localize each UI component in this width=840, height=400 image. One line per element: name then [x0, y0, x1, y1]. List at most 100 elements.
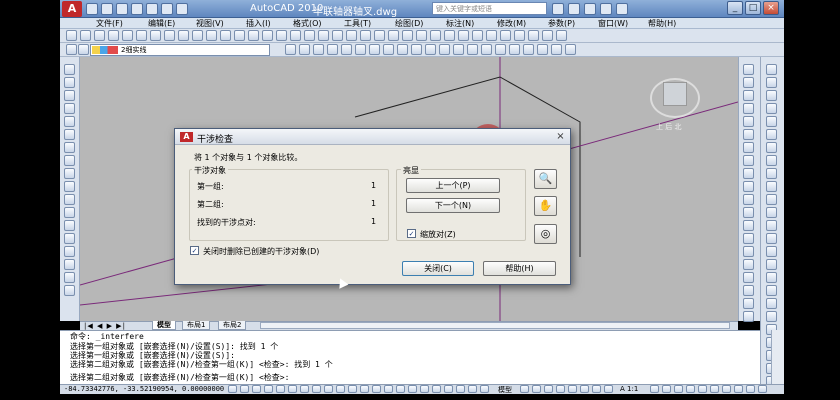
status-toggle-icon[interactable] — [288, 385, 297, 393]
menu-view[interactable]: 视图(V) — [196, 18, 224, 29]
draw-tool-icon[interactable] — [64, 285, 75, 296]
modify-tool-icon[interactable] — [766, 272, 777, 283]
modify-tool-icon[interactable] — [766, 103, 777, 114]
menu-edit[interactable]: 编辑(E) — [148, 18, 175, 29]
status-toggle-icon[interactable] — [264, 385, 273, 393]
undo-icon[interactable] — [146, 3, 158, 15]
modify-tool-icon[interactable] — [766, 181, 777, 192]
model-space-button[interactable]: 模型 — [498, 385, 512, 395]
toolbar-tool-icon[interactable] — [94, 30, 105, 41]
tab-model[interactable]: 模型 — [152, 321, 176, 330]
modify-tool-icon[interactable] — [766, 259, 777, 270]
save-icon[interactable] — [116, 3, 128, 15]
search-input[interactable]: 键入关键字或短语 — [432, 2, 547, 15]
autocad-logo-icon[interactable]: A — [62, 1, 82, 17]
modify-tool-icon[interactable] — [743, 77, 754, 88]
status-toggle-icon[interactable] — [372, 385, 381, 393]
open-file-icon[interactable] — [101, 3, 113, 15]
close-window-button[interactable]: × — [763, 1, 779, 15]
communication-icon[interactable] — [584, 3, 596, 15]
dialog-title-bar[interactable] — [175, 129, 570, 145]
toolbar-tool-icon[interactable] — [537, 44, 548, 55]
status-toggle-icon[interactable] — [456, 385, 465, 393]
toolbar-tool-icon[interactable] — [388, 30, 399, 41]
modify-tool-icon[interactable] — [743, 259, 754, 270]
redo-icon[interactable] — [161, 3, 173, 15]
status-toggle-icon[interactable] — [228, 385, 237, 393]
toolbar-tool-icon[interactable] — [486, 30, 497, 41]
status-toggle-icon[interactable] — [746, 385, 755, 393]
status-toggle-icon[interactable] — [396, 385, 405, 393]
draw-tool-icon[interactable] — [64, 129, 75, 140]
tab-layout1[interactable]: 布局1 — [182, 321, 211, 330]
modify-tool-icon[interactable] — [743, 233, 754, 244]
toolbar-tool-icon[interactable] — [150, 30, 161, 41]
toolbar-tool-icon[interactable] — [234, 30, 245, 41]
status-toggle-icon[interactable] — [468, 385, 477, 393]
toolbar-tool-icon[interactable] — [472, 30, 483, 41]
modify-tool-icon[interactable] — [743, 90, 754, 101]
annotation-scale[interactable]: A 1:1 — [620, 385, 638, 393]
toolbar-tool-icon[interactable] — [78, 44, 89, 55]
status-toggle-icon[interactable] — [734, 385, 743, 393]
status-toggle-icon[interactable] — [360, 385, 369, 393]
modify-tool-icon[interactable] — [766, 64, 777, 75]
modify-tool-icon[interactable] — [743, 298, 754, 309]
draw-tool-icon[interactable] — [64, 64, 75, 75]
toolbar-tool-icon[interactable] — [383, 44, 394, 55]
toolbar-tool-icon[interactable] — [397, 44, 408, 55]
modify-tool-icon[interactable] — [743, 181, 754, 192]
menu-window[interactable]: 窗口(W) — [598, 18, 628, 29]
toolbar-tool-icon[interactable] — [122, 30, 133, 41]
toolbar-tool-icon[interactable] — [411, 44, 422, 55]
favorites-star-icon[interactable] — [600, 3, 612, 15]
toolbar-tool-icon[interactable] — [178, 30, 189, 41]
toolbar-tool-icon[interactable] — [66, 44, 77, 55]
status-toggle-icon[interactable] — [312, 385, 321, 393]
next-button[interactable]: 下一个(N) — [406, 198, 500, 213]
status-toggle-icon[interactable] — [252, 385, 261, 393]
menu-format[interactable]: 格式(O) — [293, 18, 322, 29]
menu-help[interactable]: 帮助(H) — [648, 18, 676, 29]
modify-tool-icon[interactable] — [766, 142, 777, 153]
toolbar-tool-icon[interactable] — [500, 30, 511, 41]
modify-tool-icon[interactable] — [743, 285, 754, 296]
modify-tool-icon[interactable] — [766, 90, 777, 101]
draw-tool-icon[interactable] — [64, 246, 75, 257]
help-button[interactable]: 帮助(H) — [483, 261, 556, 276]
modify-tool-icon[interactable] — [743, 194, 754, 205]
status-toggle-icon[interactable] — [758, 385, 767, 393]
modify-tool-icon[interactable] — [766, 298, 777, 309]
toolbar-tool-icon[interactable] — [108, 30, 119, 41]
draw-tool-icon[interactable] — [64, 194, 75, 205]
status-toggle-icon[interactable] — [568, 385, 577, 393]
status-toggle-icon[interactable] — [240, 385, 249, 393]
help-icon[interactable] — [616, 3, 628, 15]
status-toggle-icon[interactable] — [580, 385, 589, 393]
toolbar-tool-icon[interactable] — [467, 44, 478, 55]
dialog-close-icon[interactable]: × — [554, 131, 567, 143]
status-toggle-icon[interactable] — [604, 385, 613, 393]
toolbar-tool-icon[interactable] — [355, 44, 366, 55]
quick-access-dropdown-icon[interactable] — [176, 3, 188, 15]
pan-icon[interactable]: ✋ — [534, 196, 557, 216]
zoom-pair-checkbox[interactable]: ✓ — [407, 229, 416, 238]
draw-tool-icon[interactable] — [64, 90, 75, 101]
close-button[interactable]: 关闭(C) — [402, 261, 474, 276]
status-toggle-icon[interactable] — [300, 385, 309, 393]
status-toggle-icon[interactable] — [432, 385, 441, 393]
status-toggle-icon[interactable] — [348, 385, 357, 393]
menu-file[interactable]: 文件(F) — [96, 18, 123, 29]
draw-tool-icon[interactable] — [64, 142, 75, 153]
toolbar-tool-icon[interactable] — [220, 30, 231, 41]
toolbar-tool-icon[interactable] — [299, 44, 310, 55]
modify-tool-icon[interactable] — [743, 168, 754, 179]
modify-tool-icon[interactable] — [743, 207, 754, 218]
menu-insert[interactable]: 插入(I) — [246, 18, 271, 29]
modify-tool-icon[interactable] — [743, 64, 754, 75]
modify-tool-icon[interactable] — [743, 155, 754, 166]
toolbar-tool-icon[interactable] — [453, 44, 464, 55]
toolbar-tool-icon[interactable] — [444, 30, 455, 41]
modify-tool-icon[interactable] — [743, 246, 754, 257]
toolbar-tool-icon[interactable] — [80, 30, 91, 41]
